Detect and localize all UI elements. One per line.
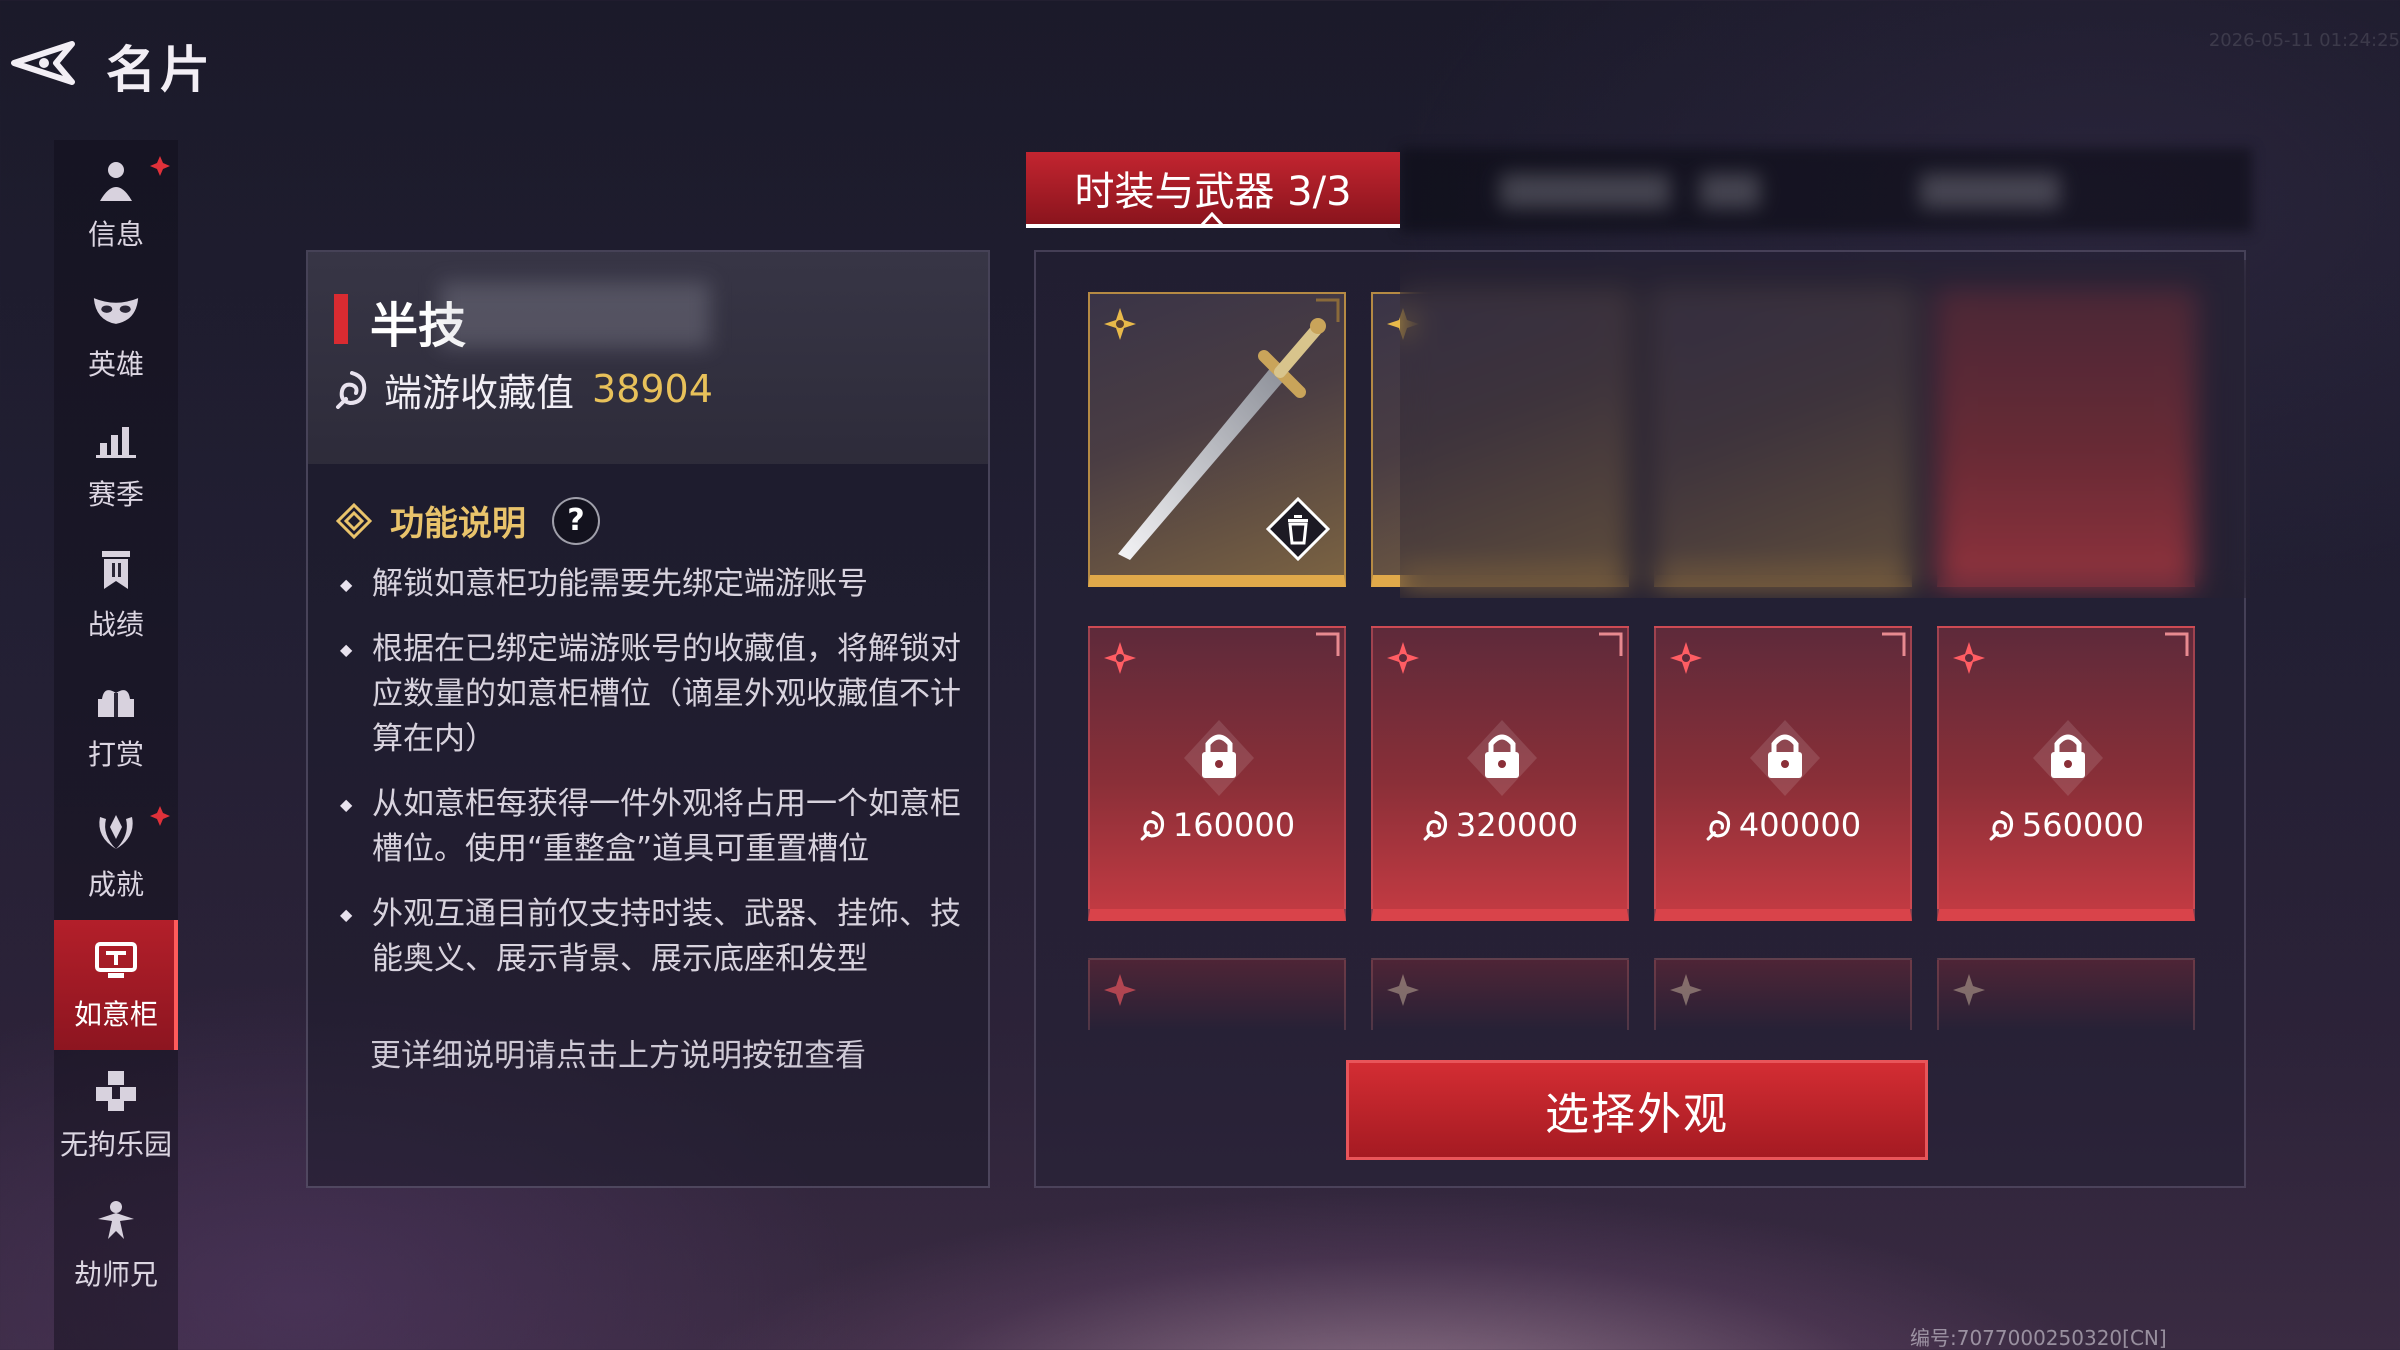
sidebar-item-senior[interactable]: 劫师兄 <box>54 1180 178 1310</box>
faded-slot <box>1937 958 2195 1030</box>
locked-slot-1[interactable]: 160000 <box>1088 626 1346 921</box>
delete-button[interactable] <box>1265 496 1331 562</box>
swirl-coin-icon <box>1989 811 2014 841</box>
sidebar-item-label: 打赏 <box>87 738 144 771</box>
sidebar-item-park[interactable]: 无拘乐园 <box>54 1050 178 1180</box>
banner-icon <box>92 547 140 595</box>
price-value: 160000 <box>1172 806 1296 844</box>
unlock-requirement: 400000 <box>1656 806 1910 844</box>
sidebar-item-label: 劫师兄 <box>73 1258 158 1291</box>
unlock-requirement: 160000 <box>1090 806 1344 844</box>
timestamp: 2026-05-11 01:24:25 <box>2208 30 2400 51</box>
lock-icon <box>2033 720 2103 796</box>
sidebar-item-achievement[interactable]: 成就 <box>54 790 178 920</box>
lock-icon <box>1467 720 1537 796</box>
sidebar-item-label: 无拘乐园 <box>59 1128 172 1161</box>
sidebar-item-season[interactable]: 赛季 <box>54 400 178 530</box>
swirl-coin-icon <box>1706 811 1731 841</box>
swirl-coin-icon <box>1423 811 1448 841</box>
sidebar-item-reward[interactable]: 打赏 <box>54 660 178 790</box>
swirl-coin-icon <box>1140 811 1165 841</box>
list-item: 解锁如意柜功能需要先绑定端游账号 <box>336 562 966 607</box>
gift-icon <box>92 677 140 725</box>
help-button[interactable]: ? <box>552 496 600 545</box>
list-item: 从如意柜每获得一件外观将占用一个如意柜槽位。使用“重整盒”道具可重置槽位 <box>336 782 966 872</box>
laurel-icon <box>92 807 140 855</box>
sidebar: 信息 英雄 赛季 战绩 打赏 成就 如意柜 无拘乐园 劫师兄 <box>54 140 178 1350</box>
sidebar-item-label: 成就 <box>87 868 144 901</box>
lock-icon <box>1750 720 1820 796</box>
locked-slot-3[interactable]: 400000 <box>1654 626 1912 921</box>
unlock-requirement: 560000 <box>1939 806 2193 844</box>
device-id: 编号:7077000250320[CN] <box>1910 1326 2167 1350</box>
back-button[interactable] <box>0 28 80 98</box>
profile-header: 半技 端游收藏值 38904 <box>308 252 988 464</box>
function-header: 功能说明 ? <box>336 496 600 545</box>
more-details-note: 更详细说明请点击上方说明按钮查看 <box>370 1038 866 1074</box>
red-flower-icon <box>1387 642 1419 674</box>
red-flower-icon <box>1670 642 1702 674</box>
flower-icon <box>1387 974 1419 1006</box>
caret-icon <box>1201 212 1223 226</box>
list-item: 根据在已绑定端游账号的收藏值，将解锁对应数量的如意柜槽位（谪星外观收藏值不计算在… <box>336 627 966 762</box>
red-flower-icon <box>1104 642 1136 674</box>
info-panel: 半技 端游收藏值 38904 功能说明 ? 解锁如意柜功能需要先绑定端游账号 根… <box>306 250 990 1188</box>
sidebar-item-label: 信息 <box>87 218 144 251</box>
flower-icon <box>1670 974 1702 1006</box>
red-dot-icon <box>150 156 170 176</box>
price-value: 400000 <box>1738 806 1862 844</box>
select-appearance-button[interactable]: 选择外观 <box>1346 1060 1928 1160</box>
corner-ornament-icon <box>1599 632 1623 656</box>
cubes-icon <box>92 1067 140 1115</box>
sidebar-item-record[interactable]: 战绩 <box>54 530 178 660</box>
diamond-icon <box>336 502 372 539</box>
flower-icon <box>1953 974 1985 1006</box>
function-title: 功能说明 <box>390 504 526 544</box>
bar-chart-icon <box>92 417 140 465</box>
blurred-tabs <box>1400 148 2252 232</box>
collection-row: 端游收藏值 38904 <box>334 364 713 415</box>
unlock-requirement: 320000 <box>1373 806 1627 844</box>
faded-slot <box>1088 958 1346 1030</box>
red-dot-icon <box>150 806 170 826</box>
sidebar-item-info[interactable]: 信息 <box>54 140 178 270</box>
corner-ornament-icon <box>2165 632 2189 656</box>
sidebar-item-cabinet[interactable]: 如意柜 <box>54 920 178 1050</box>
name-accent-bar <box>334 294 348 344</box>
user-icon <box>92 157 140 205</box>
lock-icon <box>1184 720 1254 796</box>
tab-label: 时装与武器 3/3 <box>1074 169 1352 215</box>
page-title: 名片 <box>106 41 214 99</box>
back-arrow-icon <box>11 41 75 85</box>
name-redacted-blur <box>440 282 710 348</box>
collection-label: 端游收藏值 <box>384 370 575 415</box>
sidebar-item-heroes[interactable]: 英雄 <box>54 270 178 400</box>
locked-slot-2[interactable]: 320000 <box>1371 626 1629 921</box>
price-value: 320000 <box>1455 806 1579 844</box>
description-list: 解锁如意柜功能需要先绑定端游账号 根据在已绑定端游账号的收藏值，将解锁对应数量的… <box>336 562 966 1002</box>
tab-outfit-weapon[interactable]: 时装与武器 3/3 <box>1026 152 1400 228</box>
faded-slot <box>1654 958 1912 1030</box>
locked-slot-4[interactable]: 560000 <box>1937 626 2195 921</box>
collection-value: 38904 <box>592 367 713 411</box>
red-flower-icon <box>1104 974 1136 1006</box>
trash-icon <box>1265 496 1331 562</box>
cabinet-icon <box>92 937 140 985</box>
sidebar-item-label: 英雄 <box>87 348 144 381</box>
blurred-slots-overlay <box>1400 260 2250 598</box>
red-flower-icon <box>1953 642 1985 674</box>
slot-sword[interactable] <box>1088 292 1346 587</box>
corner-ornament-icon <box>1316 632 1340 656</box>
figure-icon <box>92 1197 140 1245</box>
corner-ornament-icon <box>1882 632 1906 656</box>
mask-icon <box>92 287 140 335</box>
sidebar-item-label: 赛季 <box>87 478 144 511</box>
list-item: 外观互通目前仅支持时装、武器、挂饰、技能奥义、展示背景、展示底座和发型 <box>336 892 966 982</box>
swirl-coin-icon <box>336 371 367 409</box>
faded-slot <box>1371 958 1629 1030</box>
sidebar-item-label: 如意柜 <box>73 998 158 1031</box>
sidebar-item-label: 战绩 <box>87 608 144 641</box>
price-value: 560000 <box>2021 806 2145 844</box>
